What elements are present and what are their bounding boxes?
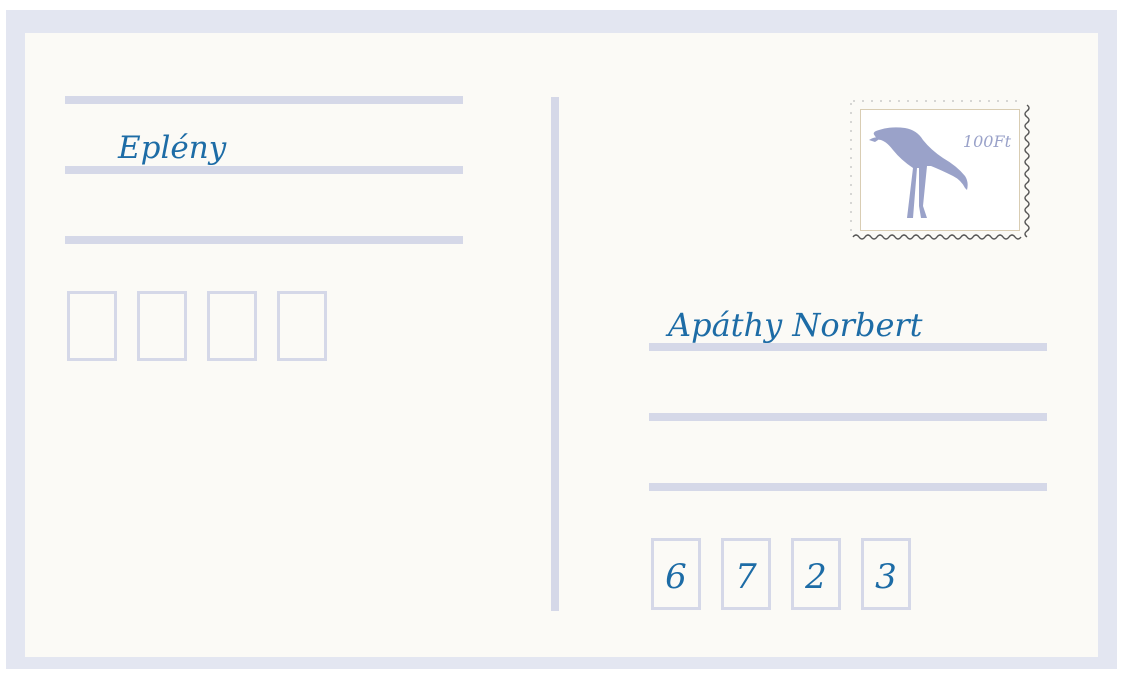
sender-zip-digit: [70, 294, 114, 358]
sender-zip-digit: [280, 294, 324, 358]
recipient-zip-digit: 6: [665, 557, 687, 597]
sender-zip-box-1: [67, 291, 117, 361]
recipient-zip-box-1: 6: [651, 538, 701, 610]
postage-stamp: 100Ft: [847, 97, 1034, 243]
center-divider: [551, 97, 559, 611]
recipient-zip-box-4: 3: [861, 538, 911, 610]
sender-address-text: Eplény: [118, 130, 227, 166]
sender-zip-box-4: [277, 291, 327, 361]
recipient-zip-digit: 3: [875, 557, 897, 597]
recipient-zip-box-3: 2: [791, 538, 841, 610]
stamp-face: 100Ft: [860, 109, 1020, 231]
recipient-name-text: Apáthy Norbert: [668, 306, 923, 344]
sender-zip-digit: [210, 294, 254, 358]
recipient-line-2: [649, 413, 1047, 421]
sender-line-2: [65, 166, 463, 174]
sender-zip-box-3: [207, 291, 257, 361]
sender-line-1: [65, 96, 463, 104]
recipient-zip-digit: 7: [735, 557, 757, 597]
recipient-line-1: [649, 343, 1047, 351]
crane-bird-icon: [869, 127, 968, 218]
sender-zip-box-2: [137, 291, 187, 361]
stamp-value: 100Ft: [962, 132, 1011, 151]
recipient-zip-box-2: 7: [721, 538, 771, 610]
sender-zip-digit: [140, 294, 184, 358]
recipient-zip-digit: 2: [805, 557, 827, 597]
recipient-line-3: [649, 483, 1047, 491]
sender-line-3: [65, 236, 463, 244]
